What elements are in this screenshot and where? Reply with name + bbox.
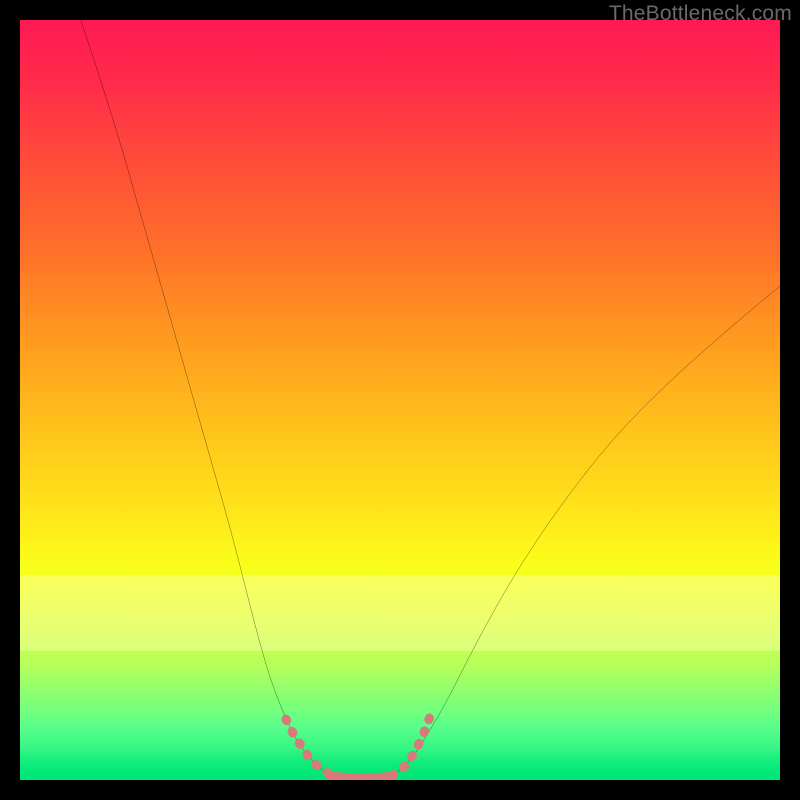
green-bottom-band xyxy=(20,750,780,780)
highlight-bottom xyxy=(332,776,393,778)
curve-right xyxy=(392,286,780,776)
highlight-right xyxy=(392,715,430,775)
curve-svg xyxy=(20,20,780,780)
pale-yellow-band xyxy=(20,575,780,651)
plot-area xyxy=(20,20,780,780)
chart-stage: TheBottleneck.com xyxy=(0,0,800,800)
curve-left xyxy=(81,20,332,776)
highlight-left xyxy=(286,719,332,775)
